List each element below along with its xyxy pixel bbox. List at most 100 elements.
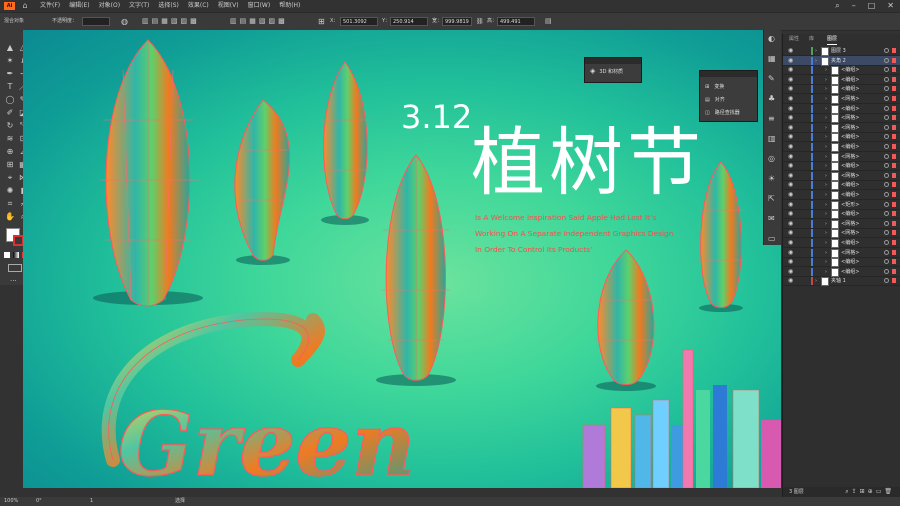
y-input[interactable]: 250.914	[390, 17, 428, 26]
selection-indicator[interactable]	[892, 220, 896, 226]
eyedropper-tool-icon[interactable]: ⌖	[4, 172, 16, 183]
selection-indicator[interactable]	[892, 115, 896, 121]
target-icon[interactable]	[884, 163, 889, 169]
expand-arrow-icon[interactable]: ›	[825, 123, 827, 133]
width-input[interactable]: 999.9819	[442, 17, 472, 26]
menu-edit[interactable]: 编辑(E)	[69, 0, 89, 12]
selection-indicator[interactable]	[892, 124, 896, 130]
swatches-icon[interactable]: ▦	[768, 54, 776, 63]
selection-indicator[interactable]	[892, 278, 896, 284]
visibility-icon[interactable]: ◉	[788, 238, 793, 248]
selection-indicator[interactable]	[892, 48, 896, 53]
visibility-icon[interactable]: ◉	[788, 190, 793, 200]
distribute-icons[interactable]: ▥▤▦▧▨▩	[230, 13, 288, 30]
artwork-title[interactable]: 植树节	[471, 120, 705, 206]
layer-row[interactable]: ◉ › <编组>	[783, 75, 900, 85]
maximize-icon[interactable]: □	[868, 0, 876, 12]
expand-arrow-icon[interactable]: ›	[825, 152, 827, 162]
selection-indicator[interactable]	[892, 211, 896, 217]
target-icon[interactable]	[884, 134, 889, 140]
transform-item[interactable]: 变换	[714, 81, 724, 94]
layer-row[interactable]: ◉ › <网格>	[783, 228, 900, 239]
layer-row[interactable]: ◉ › <编组>	[783, 132, 900, 143]
pod-shape[interactable]	[700, 161, 742, 308]
visibility-icon[interactable]: ◉	[788, 276, 793, 286]
gradient-icon[interactable]: ▥	[768, 134, 776, 143]
expand-arrow-icon[interactable]: ›	[825, 113, 827, 123]
color-icon[interactable]: ◐	[768, 34, 775, 43]
visibility-icon[interactable]: ◉	[788, 219, 793, 229]
shaper-tool-icon[interactable]: ✐	[4, 107, 16, 118]
selection-indicator[interactable]	[892, 67, 896, 73]
tab-properties[interactable]: 属性	[789, 34, 799, 44]
type-tool-icon[interactable]: T	[4, 81, 16, 92]
search-icon[interactable]: ⌕	[835, 0, 839, 12]
selection-indicator[interactable]	[892, 249, 896, 255]
target-icon[interactable]	[884, 220, 889, 226]
visibility-icon[interactable]: ◉	[788, 209, 793, 219]
selection-indicator[interactable]	[892, 172, 896, 178]
symbol-sprayer-tool-icon[interactable]: ✺	[4, 185, 16, 196]
expand-arrow-icon[interactable]: ›	[825, 219, 827, 229]
screen-mode-icon[interactable]	[8, 264, 22, 272]
selection-indicator[interactable]	[892, 201, 896, 207]
target-icon[interactable]	[884, 182, 889, 188]
layer-row[interactable]: ◉ › <网格>	[783, 113, 900, 124]
visibility-icon[interactable]: ◉	[788, 200, 793, 210]
align-icons[interactable]: ▥▤▦▧▨▩	[142, 13, 200, 30]
selection-indicator[interactable]	[892, 57, 896, 63]
layer-row[interactable]: ◉ › <编组>	[783, 238, 900, 248]
target-icon[interactable]	[884, 240, 889, 245]
selection-indicator[interactable]	[892, 144, 896, 149]
artwork-line-1[interactable]: Is A Welcome Inspiration Said Apple Had …	[475, 213, 656, 222]
gradient-mode-icon[interactable]	[13, 252, 19, 258]
selection-tool-icon[interactable]: ▲	[4, 42, 16, 53]
selection-indicator[interactable]	[892, 134, 896, 140]
target-icon[interactable]	[884, 124, 889, 130]
target-icon[interactable]	[884, 105, 889, 111]
expand-arrow-icon[interactable]: ›	[825, 238, 827, 248]
selection-indicator[interactable]	[892, 76, 896, 82]
layer-row[interactable]: ◉ › <编组>	[783, 190, 900, 200]
tab-libraries[interactable]: 库	[809, 34, 814, 44]
brushes-icon[interactable]: ✎	[768, 74, 775, 83]
expand-arrow-icon[interactable]: ›	[825, 200, 827, 210]
width-tool-icon[interactable]: ≋	[4, 133, 16, 144]
visibility-icon[interactable]: ◉	[788, 113, 793, 123]
menu-window[interactable]: 窗口(W)	[248, 0, 271, 12]
selection-indicator[interactable]	[892, 230, 896, 236]
menu-select[interactable]: 选择(S)	[158, 0, 179, 12]
visibility-icon[interactable]: ◉	[788, 56, 793, 66]
target-icon[interactable]	[884, 86, 889, 92]
menu-type[interactable]: 文字(T)	[129, 0, 149, 12]
shape-builder-tool-icon[interactable]: ⊕	[4, 146, 16, 157]
hand-tool-icon[interactable]: ✋	[4, 211, 16, 222]
expand-arrow-icon[interactable]: ›	[815, 56, 817, 66]
layer-row[interactable]: ◉ › <编组>	[783, 209, 900, 220]
transparency-icon[interactable]: ◎	[768, 154, 775, 163]
reference-point-icon[interactable]: ⊞	[318, 13, 325, 30]
selection-indicator[interactable]	[892, 259, 896, 265]
target-icon[interactable]	[884, 259, 889, 265]
home-icon[interactable]: ⌂	[20, 1, 30, 11]
layer-row[interactable]: ◉ › <网格>	[783, 123, 900, 133]
visibility-icon[interactable]: ◉	[788, 46, 793, 56]
layer-row[interactable]: ◉ › 夹轴 1	[783, 276, 900, 287]
export-icon[interactable]: ⇱	[768, 194, 775, 203]
artwork-date[interactable]: 3.12	[401, 98, 472, 136]
appearance-icon[interactable]: ☀	[768, 174, 775, 183]
layer-row[interactable]: ◉ › <编组>	[783, 267, 900, 277]
visibility-icon[interactable]: ◉	[788, 228, 793, 238]
tab-layers[interactable]: 图层	[827, 34, 838, 45]
layer-row[interactable]: ◉ › <矩形>	[783, 200, 900, 210]
artboard-canvas[interactable]: Green 3.12 植树节 Is A Welcome Inspiration …	[23, 30, 781, 488]
symbols-icon[interactable]: ♣	[768, 94, 775, 103]
zoom-level[interactable]: 100%	[4, 497, 18, 506]
target-icon[interactable]	[884, 67, 889, 73]
pen-tool-icon[interactable]: ✒	[4, 68, 16, 79]
selection-indicator[interactable]	[892, 240, 896, 245]
target-icon[interactable]	[884, 115, 889, 121]
visibility-icon[interactable]: ◉	[788, 248, 793, 258]
expand-arrow-icon[interactable]: ›	[825, 104, 827, 114]
expand-arrow-icon[interactable]: ›	[825, 209, 827, 219]
